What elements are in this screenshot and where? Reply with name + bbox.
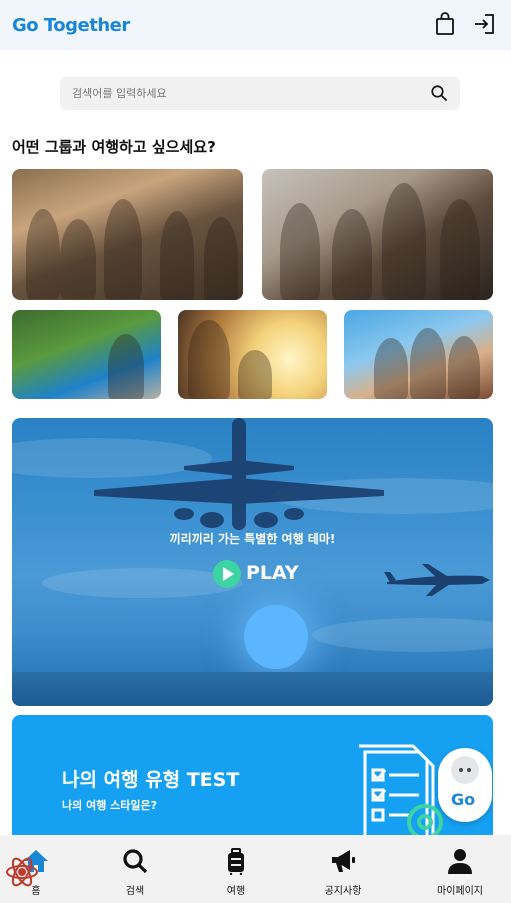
shopping-bag-icon[interactable] <box>433 12 457 36</box>
person-shape <box>374 338 408 399</box>
person-shape <box>160 211 194 300</box>
group-tile-friends[interactable] <box>262 169 493 300</box>
nav-item-mypage[interactable]: 마이페이지 <box>410 835 510 903</box>
bot-eye <box>459 768 463 772</box>
search-bar <box>60 77 460 110</box>
search-icon <box>123 849 148 874</box>
ridge-shape <box>12 672 493 706</box>
nav-item-travel[interactable]: 여행 <box>186 835 286 903</box>
bottom-nav: 홈 검색 여행 공지사항 마이페이지 <box>0 835 511 903</box>
bot-face-icon <box>451 756 479 784</box>
nav-label-search: 검색 <box>125 886 145 897</box>
sun-shape <box>244 605 308 669</box>
airplane-small-icon <box>384 564 490 596</box>
group-tile-couple[interactable] <box>178 310 327 399</box>
person-shape <box>108 334 144 399</box>
person-shape <box>60 219 96 299</box>
play-button[interactable]: PLAY <box>213 560 299 588</box>
person-shape <box>448 336 480 399</box>
search-input[interactable] <box>72 77 412 110</box>
group-tile-seniors[interactable] <box>12 169 243 300</box>
play-banner-tagline: 끼리끼리 가는 특별한 여행 테마! <box>169 532 336 546</box>
go-button-label: Go <box>451 790 476 809</box>
group-tile-youth[interactable] <box>344 310 493 399</box>
person-shape <box>104 199 142 299</box>
logo-suffix: Together <box>38 15 130 36</box>
luggage-icon <box>228 848 244 875</box>
login-icon[interactable] <box>472 12 496 36</box>
person-shape <box>440 199 480 300</box>
nav-item-search[interactable]: 검색 <box>85 835 185 903</box>
bot-eye <box>467 768 471 772</box>
logo-prefix: Go <box>12 15 39 36</box>
person-shape <box>204 217 238 300</box>
play-label: PLAY <box>246 562 299 584</box>
nav-label-mypage: 마이페이지 <box>437 886 483 897</box>
person-shape <box>332 209 372 300</box>
person-shape <box>26 209 60 299</box>
group-tile-train[interactable] <box>12 310 161 399</box>
test-banner-subtitle: 나의 여행 스타일은? <box>62 799 157 812</box>
go-together-logo[interactable]: Go Together <box>12 15 130 36</box>
person-shape <box>188 320 230 399</box>
nav-item-notice[interactable]: 공지사항 <box>293 835 393 903</box>
user-icon <box>448 849 472 874</box>
travel-type-test-banner[interactable]: 나의 여행 유형 TEST 나의 여행 스타일은? <box>12 715 493 835</box>
test-banner-title: 나의 여행 유형 TEST <box>62 769 240 791</box>
airplane-large-icon <box>94 418 384 530</box>
person-shape <box>382 183 426 300</box>
react-devtools-icon[interactable] <box>5 855 39 889</box>
cloud-shape <box>312 618 493 652</box>
app-header: Go Together <box>0 0 511 50</box>
megaphone-icon <box>332 850 355 872</box>
go-chat-button[interactable]: Go <box>438 748 492 822</box>
person-shape <box>280 203 320 300</box>
nav-label-notice: 공지사항 <box>324 886 362 897</box>
theme-play-banner[interactable]: 끼리끼리 가는 특별한 여행 테마! PLAY <box>12 418 493 706</box>
play-icon <box>213 560 241 588</box>
person-shape <box>410 328 446 399</box>
nav-label-travel: 여행 <box>226 886 246 897</box>
app-root: Go Together 어떤 그룹과 여행하고 싶으세요? <box>0 0 511 903</box>
cloud-shape <box>42 568 242 598</box>
search-icon[interactable] <box>430 84 448 102</box>
person-shape <box>238 350 272 399</box>
section-title: 어떤 그룹과 여행하고 싶으세요? <box>12 138 216 156</box>
